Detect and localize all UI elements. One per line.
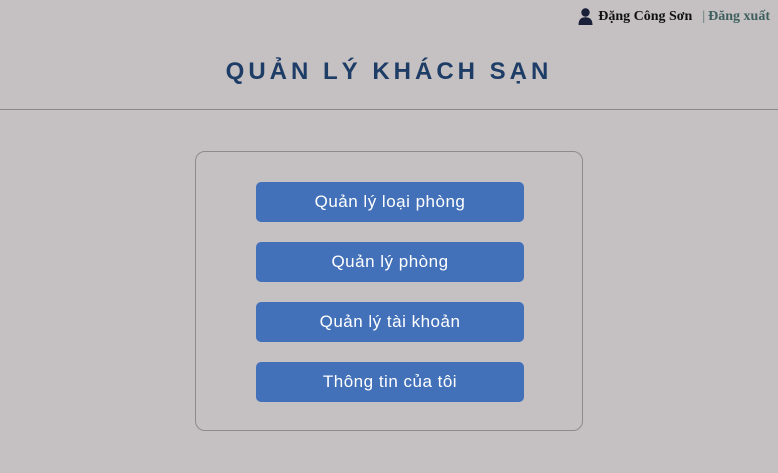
room-management-button[interactable]: Quản lý phòng [256,242,524,282]
my-info-button[interactable]: Thông tin của tôi [256,362,524,402]
user-icon [578,8,593,25]
user-name: Đặng Công Sơn [598,8,693,24]
account-management-button[interactable]: Quản lý tài khoản [256,302,524,342]
user-bar: Đặng Công Sơn | Đăng xuất [578,8,770,25]
separator: | [702,8,706,24]
page-title: QUẢN LÝ KHÁCH SẠN [225,58,553,85]
logout-link[interactable]: Đăng xuất [708,9,770,25]
menu-panel: Quản lý loại phòng Quản lý phòng Quản lý… [195,151,583,431]
room-type-management-button[interactable]: Quản lý loại phòng [256,182,524,222]
header-divider [0,109,778,110]
